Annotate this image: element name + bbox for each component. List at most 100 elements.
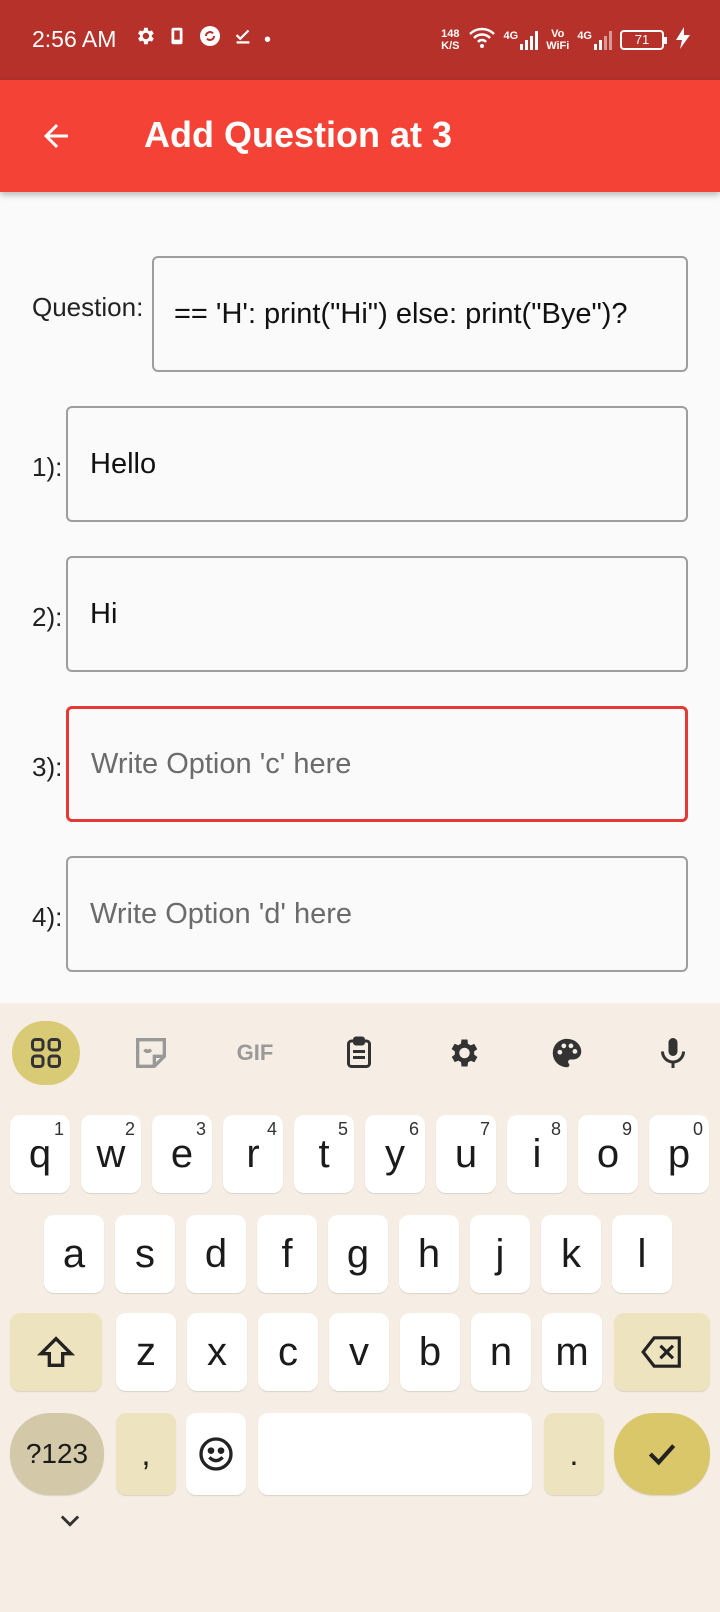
- emoji-key[interactable]: [186, 1413, 246, 1495]
- enter-key[interactable]: [614, 1413, 710, 1495]
- key-label: t: [318, 1131, 330, 1176]
- on-screen-keyboard: GIF q1w2e3r4t5y6u7i8o9p0 asdfghjkl zxcvb…: [0, 1003, 720, 1612]
- key-f[interactable]: f: [257, 1215, 317, 1293]
- key-i[interactable]: i8: [507, 1115, 567, 1193]
- comma-key[interactable]: ,: [116, 1413, 176, 1495]
- key-hint: 1: [53, 1119, 64, 1139]
- option-4-input[interactable]: Write Option 'd' here: [66, 856, 688, 972]
- system-icons: 148 K/S 4G Vo WiFi 4G 71: [441, 22, 690, 58]
- option-1-label: 1):: [32, 452, 63, 482]
- settings-button[interactable]: [430, 1023, 496, 1083]
- chevron-down-icon: [60, 1515, 80, 1527]
- gif-button[interactable]: GIF: [222, 1023, 288, 1083]
- option-3-label: 3):: [32, 752, 63, 782]
- key-hint: 3: [195, 1119, 206, 1139]
- apps-grid-icon: [31, 1038, 61, 1068]
- key-hint: 9: [621, 1119, 632, 1139]
- key-label: y: [385, 1131, 405, 1176]
- app-bar: Add Question at 3: [0, 80, 720, 192]
- key-z[interactable]: z: [116, 1313, 176, 1391]
- status-time: 2:56 AM: [32, 26, 117, 52]
- gif-icon: GIF: [236, 1040, 274, 1065]
- key-n[interactable]: n: [471, 1313, 531, 1391]
- key-v[interactable]: v: [329, 1313, 389, 1391]
- sticker-icon: [136, 1038, 166, 1068]
- palette-icon: [552, 1038, 582, 1068]
- key-c[interactable]: c: [258, 1313, 318, 1391]
- key-label: e: [170, 1131, 194, 1176]
- space-key[interactable]: [258, 1413, 532, 1495]
- key-m[interactable]: m: [542, 1313, 602, 1391]
- key-h[interactable]: h: [399, 1215, 459, 1293]
- check-icon: [648, 1444, 676, 1466]
- battery-icon: 71: [620, 30, 667, 50]
- question-input[interactable]: == 'H': print("Hi") else: print("Bye")?: [152, 256, 688, 372]
- key-hint: 8: [550, 1119, 561, 1139]
- clipboard-icon: [347, 1036, 371, 1068]
- collapse-keyboard-button[interactable]: [50, 1500, 90, 1540]
- key-hint: 7: [479, 1119, 490, 1139]
- apps-grid-button[interactable]: [12, 1021, 80, 1085]
- network-speed: 148 K/S: [441, 28, 460, 52]
- key-label: w: [96, 1131, 126, 1176]
- key-u[interactable]: u7: [436, 1115, 496, 1193]
- key-k[interactable]: k: [541, 1215, 601, 1293]
- key-x[interactable]: x: [187, 1313, 247, 1391]
- symbols-key[interactable]: ?123: [10, 1413, 104, 1495]
- key-q[interactable]: q1: [10, 1115, 70, 1193]
- status-bar: 2:56 AM • 148 K/S 4G Vo WiFi 4G 71: [0, 0, 720, 80]
- key-y[interactable]: y6: [365, 1115, 425, 1193]
- option-2-label: 2):: [32, 602, 63, 632]
- key-r[interactable]: r4: [223, 1115, 283, 1193]
- shift-key[interactable]: [10, 1313, 102, 1391]
- voice-input-button[interactable]: [640, 1023, 706, 1083]
- settings-notification-icon: [134, 25, 156, 55]
- option-2-input[interactable]: Hi: [66, 556, 688, 672]
- backspace-icon: [641, 1336, 681, 1368]
- option-3-input[interactable]: Write Option 'c' here: [66, 706, 688, 822]
- key-label: q: [28, 1131, 52, 1176]
- theme-button[interactable]: [534, 1023, 600, 1083]
- wifi-icon: [468, 26, 496, 55]
- back-button[interactable]: [28, 108, 84, 164]
- sync-notification-icon: [198, 24, 222, 56]
- vowifi-icon: Vo WiFi: [546, 28, 570, 52]
- clipboard-button[interactable]: [326, 1023, 392, 1083]
- question-label: Question:: [32, 292, 144, 322]
- key-hint: 4: [266, 1119, 277, 1139]
- key-e[interactable]: e3: [152, 1115, 212, 1193]
- charging-icon: [676, 26, 690, 54]
- microphone-icon: [661, 1038, 685, 1068]
- key-label: u: [454, 1131, 478, 1176]
- key-g[interactable]: g: [328, 1215, 388, 1293]
- key-hint: 0: [692, 1119, 703, 1139]
- key-hint: 5: [337, 1119, 348, 1139]
- shift-icon: [36, 1336, 76, 1367]
- key-label: p: [667, 1131, 691, 1176]
- sticker-button[interactable]: [118, 1023, 184, 1083]
- notification-icons: •: [134, 26, 271, 54]
- backspace-key[interactable]: [614, 1313, 710, 1391]
- key-label: o: [596, 1131, 620, 1176]
- key-hint: 6: [408, 1119, 419, 1139]
- key-hint: 2: [124, 1119, 135, 1139]
- key-o[interactable]: o9: [578, 1115, 638, 1193]
- key-b[interactable]: b: [400, 1313, 460, 1391]
- option-4-label: 4):: [32, 902, 63, 932]
- key-s[interactable]: s: [115, 1215, 175, 1293]
- page-title: Add Question at 3: [144, 114, 453, 155]
- check-notification-icon: [232, 25, 254, 55]
- signal-4g-icon: 4G: [504, 30, 539, 50]
- period-key[interactable]: .: [544, 1413, 604, 1495]
- key-t[interactable]: t5: [294, 1115, 354, 1193]
- signal-4g-secondary-icon: 4G: [577, 30, 612, 50]
- more-notifications-dot: •: [264, 29, 272, 51]
- key-d[interactable]: d: [186, 1215, 246, 1293]
- key-a[interactable]: a: [44, 1215, 104, 1293]
- option-1-input[interactable]: Hello: [66, 406, 688, 522]
- key-j[interactable]: j: [470, 1215, 530, 1293]
- key-w[interactable]: w2: [81, 1115, 141, 1193]
- key-l[interactable]: l: [612, 1215, 672, 1293]
- key-label: r: [246, 1131, 260, 1176]
- key-p[interactable]: p0: [649, 1115, 709, 1193]
